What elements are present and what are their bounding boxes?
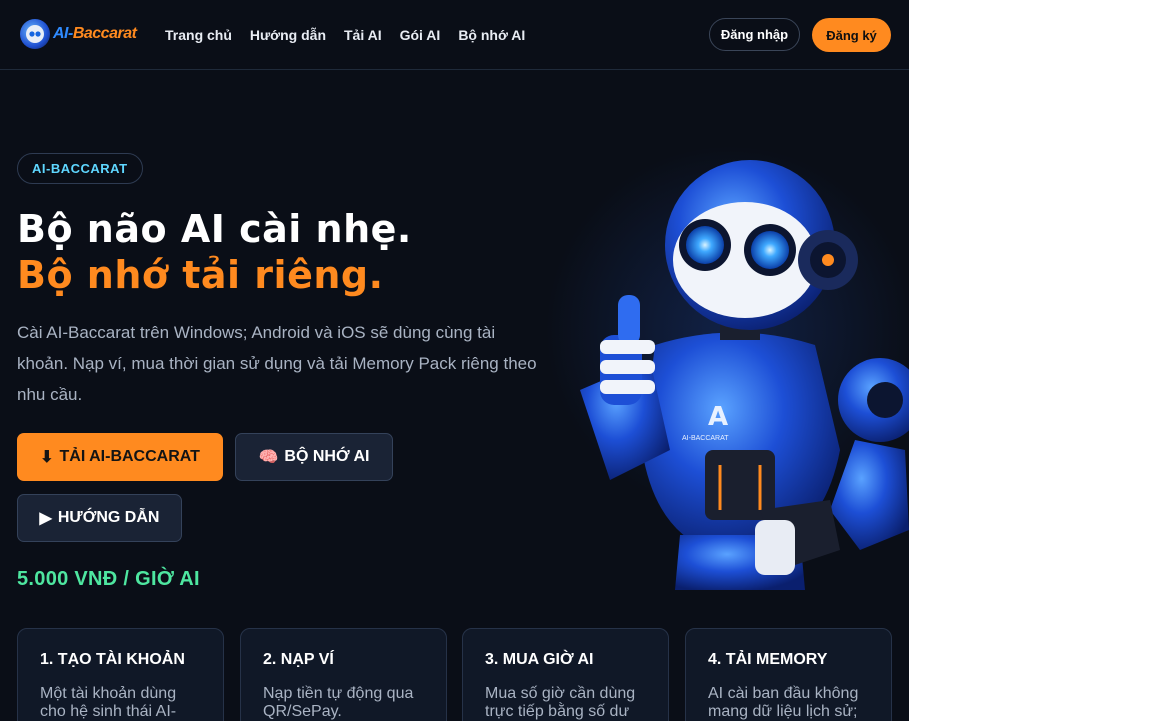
top-nav: AI-Baccarat Trang chủ Hướng dẫn Tải AI G… (0, 0, 909, 70)
hero-description: Cài AI-Baccarat trên Windows; Android và… (17, 323, 537, 404)
price-label: 5.000 VNĐ / GIỜ AI (17, 568, 200, 590)
register-button[interactable]: Đăng ký (812, 18, 891, 52)
login-button[interactable]: Đăng nhập (709, 18, 800, 51)
download-button-label: TẢI AI-BACCARAT (59, 448, 200, 465)
nav-plans[interactable]: Gói AI (400, 27, 441, 43)
hero-title-line1: Bộ não AI cài nhẹ. (17, 207, 412, 251)
hero-badge: AI-BACCARAT (17, 153, 143, 184)
step-card: 1. TẠO TÀI KHOẢN Một tài khoản dùng cho … (17, 628, 224, 721)
landing-page: AI-Baccarat Trang chủ Hướng dẫn Tải AI G… (0, 0, 909, 721)
memory-button[interactable]: 🧠 BỘ NHỚ AI (235, 433, 393, 481)
step-title: 4. TẢI MEMORY (708, 651, 828, 668)
nav-home[interactable]: Trang chủ (165, 27, 232, 43)
download-button[interactable]: ⬇ TẢI AI-BACCARAT (17, 433, 223, 481)
nav-download[interactable]: Tải AI (344, 27, 382, 43)
robot-chest-label: AI-BACCARAT (682, 435, 729, 442)
hero-title-line2: Bộ nhớ tải riêng. (17, 253, 384, 297)
brand-logo[interactable]: AI-Baccarat (20, 18, 137, 50)
step-text: AI cài ban đầu không mang dữ liệu lịch s… (708, 685, 859, 720)
step-card: 4. TẢI MEMORY AI cài ban đầu không mang … (685, 628, 892, 721)
memory-button-label: BỘ NHỚ AI (284, 448, 370, 465)
step-text: Nạp tiền tự động qua QR/SePay. (263, 685, 414, 720)
brand-name: AI-Baccarat (53, 25, 137, 42)
step-title: 2. NẠP VÍ (263, 651, 334, 668)
play-icon: ▶ (39, 510, 52, 527)
step-title: 3. MUA GIỜ AI (485, 651, 594, 668)
step-card: 3. MUA GIỜ AI Mua số giờ cần dùng trực t… (462, 628, 669, 721)
step-text: Một tài khoản dùng cho hệ sinh thái AI- (40, 685, 177, 720)
step-card: 2. NẠP VÍ Nạp tiền tự động qua QR/SePay. (240, 628, 447, 721)
nav-memory[interactable]: Bộ nhớ AI (458, 27, 525, 43)
svg-text:A: A (708, 402, 728, 432)
main-menu: Trang chủ Hướng dẫn Tải AI Gói AI Bộ nhớ… (165, 27, 543, 43)
robot-illustration: A AI-BACCARAT (580, 160, 909, 590)
guide-button[interactable]: ▶ HƯỚNG DẪN (17, 494, 182, 542)
guide-button-label: HƯỚNG DẪN (57, 509, 160, 526)
step-title: 1. TẠO TÀI KHOẢN (40, 651, 185, 668)
download-arrow-icon: ⬇ (40, 449, 54, 466)
nav-guide[interactable]: Hướng dẫn (250, 27, 326, 43)
step-text: Mua số giờ cần dùng trực tiếp bằng số dư (485, 685, 636, 720)
brain-icon: 🧠 (258, 449, 279, 466)
robot-logo-icon (20, 19, 50, 49)
